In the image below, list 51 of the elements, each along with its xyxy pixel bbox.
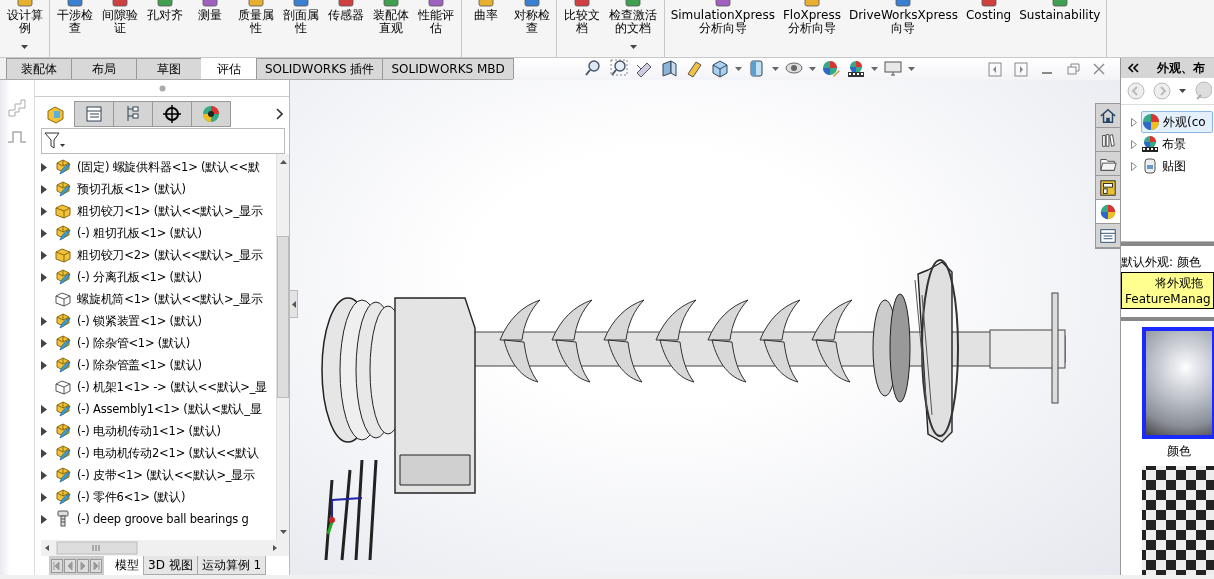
task-pane-title: 外观、布 bbox=[1157, 59, 1205, 77]
appearance-caption: 默认外观: 颜色 bbox=[1121, 254, 1202, 271]
hint-note: 将外观拖 FeatureManag bbox=[1121, 272, 1214, 309]
command-tab[interactable]: 装配体 bbox=[6, 58, 72, 79]
ribbon-button[interactable]: 剖面属性 bbox=[278, 0, 324, 57]
ribbon-button[interactable]: 间隙验证 bbox=[97, 0, 143, 57]
ribbon-button[interactable]: SimulationXpress 分析向导 bbox=[666, 0, 779, 57]
bottom-tab[interactable]: 运动算例 1 bbox=[196, 556, 267, 575]
tree-item-label[interactable]: (-) deep groove ball bearings g bbox=[77, 512, 249, 526]
ribbon-button[interactable]: 性能评估 bbox=[413, 0, 459, 57]
ribbon-button[interactable]: 对称检查 bbox=[509, 0, 555, 57]
ribbon-button[interactable]: 曲率 bbox=[463, 0, 510, 57]
bottom-tab[interactable]: 3D 视图 bbox=[143, 556, 198, 575]
tree-item-label[interactable]: (固定) 螺旋供料器<1> (默认<<默 bbox=[77, 159, 260, 175]
ribbon-button[interactable]: FloXpress 分析向导 bbox=[778, 0, 845, 57]
command-tab[interactable]: 布局 bbox=[71, 58, 137, 79]
command-tab[interactable]: SOLIDWORKS MBD bbox=[382, 58, 514, 79]
tree-item-label[interactable]: (-) 分离孔板<1> (默认) bbox=[77, 269, 202, 285]
ribbon-button[interactable]: 装配体直观 bbox=[368, 0, 414, 57]
ribbon-button[interactable]: 孔对齐 bbox=[142, 0, 188, 57]
appearance-tree-item[interactable]: 外观(co bbox=[1141, 111, 1213, 133]
ribbon-button[interactable]: 比较文档 bbox=[559, 0, 605, 57]
tree-item-label[interactable]: 粗切铰刀<2> (默认<<默认>_显示 bbox=[77, 247, 263, 263]
ribbon-button[interactable]: 设计算例 bbox=[2, 0, 48, 57]
tree-item-label[interactable]: (-) 零件6<1> (默认) bbox=[77, 489, 186, 505]
swatch-label: 颜色 bbox=[1167, 443, 1191, 460]
command-tab[interactable]: 草图 bbox=[136, 58, 202, 79]
tree-item-label[interactable]: 粗切铰刀<1> (默认<<默认>_显示 bbox=[77, 203, 263, 219]
tree-item-label[interactable]: (-) Assembly1<1> (默认<默认_显 bbox=[77, 401, 262, 417]
tree-item-label[interactable]: (-) 锁紧装置<1> (默认) bbox=[77, 313, 202, 329]
appearance-tree-item[interactable]: 贴图 bbox=[1141, 156, 1186, 176]
command-tab[interactable]: 评估 bbox=[201, 58, 257, 79]
ribbon-button[interactable]: 质量属性 bbox=[232, 0, 279, 57]
ribbon-button[interactable]: 测量 bbox=[187, 0, 233, 57]
ribbon-button[interactable]: Sustainability bbox=[1015, 0, 1105, 57]
ribbon-button[interactable]: 干涉检查 bbox=[52, 0, 98, 57]
appearance-tree-item[interactable]: 布景 bbox=[1141, 134, 1186, 154]
ribbon-button[interactable]: DriveWorksXpress 向导 bbox=[844, 0, 962, 57]
tree-item-label[interactable]: 预切孔板<1> (默认) bbox=[77, 181, 186, 197]
ribbon-button[interactable]: 传感器 bbox=[323, 0, 369, 57]
tree-item-label[interactable]: (-) 除杂管<1> (默认) bbox=[77, 335, 190, 351]
tree-item-label[interactable]: 螺旋机筒<1> (默认<<默认>_显示 bbox=[77, 291, 263, 307]
ribbon-button[interactable]: Costing bbox=[961, 0, 1016, 57]
tree-item-label[interactable]: (-) 电动机传动2<1> (默认<<默认 bbox=[77, 445, 259, 461]
tree-item-label[interactable]: (-) 机架1<1> -> (默认<<默认>_显 bbox=[77, 379, 268, 395]
tree-item-label[interactable]: (-) 皮带<1> (默认<<默认>_显示 bbox=[77, 467, 255, 483]
tree-item-label[interactable]: (-) 电动机传动1<1> (默认) bbox=[77, 423, 221, 439]
command-tab[interactable]: SOLIDWORKS 插件 bbox=[256, 58, 384, 79]
tree-item-label[interactable]: (-) 粗切孔板<1> (默认) bbox=[77, 225, 202, 241]
ribbon-button[interactable]: 检查激活的文档 bbox=[604, 0, 662, 57]
tree-item-label[interactable]: (-) 除杂管盖<1> (默认) bbox=[77, 357, 202, 373]
